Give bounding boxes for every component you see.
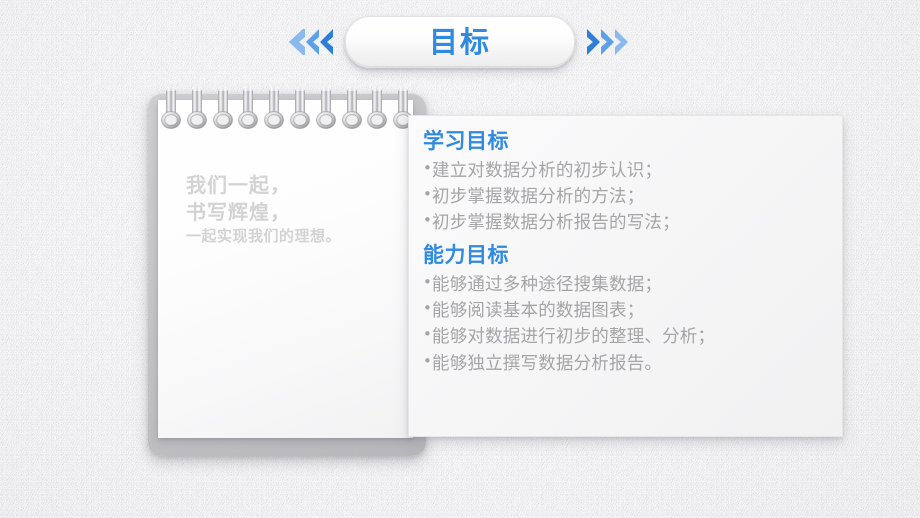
- notepad-watermark-text: 我们一起， 书写辉煌， 一起实现我们的理想。: [186, 172, 396, 246]
- watermark-line-3: 一起实现我们的理想。: [186, 226, 342, 245]
- slide-canvas: 目标 我们一起， 书写辉煌， 一起实现我们的理想。 学习目标 • 建立对数据分析…: [0, 0, 920, 518]
- notepad: 我们一起， 书写辉煌， 一起实现我们的理想。: [148, 87, 426, 456]
- watermark-line-1: 我们一起，: [186, 173, 291, 197]
- spiral-binding-ring-icon: [212, 85, 234, 131]
- notepad-spiral-binding: [158, 85, 416, 133]
- ability-objectives-list: 能够通过多种途径搜集数据； 能够阅读基本的数据图表； 能够对数据进行初步的整理、…: [423, 271, 830, 377]
- spiral-binding-ring-icon: [237, 85, 259, 131]
- section-heading-learning: 学习目标: [423, 129, 509, 153]
- list-item: 初步掌握数据分析报告的写法；: [423, 209, 830, 236]
- list-item: 能够独立撰写数据分析报告。: [423, 349, 830, 377]
- list-item: 能够对数据进行初步的整理、分析；: [423, 323, 830, 350]
- list-item: 建立对数据分析的初步认识；: [423, 156, 830, 184]
- spiral-binding-ring-icon: [341, 85, 363, 131]
- double-chevron-right-icon[interactable]: [587, 22, 631, 62]
- list-item: 能够阅读基本的数据图表；: [423, 297, 830, 324]
- notepad-page: 我们一起， 书写辉煌， 一起实现我们的理想。: [158, 100, 413, 438]
- list-item: 能够通过多种途径搜集数据；: [423, 271, 830, 298]
- section-ability-objectives: 能力目标 能够通过多种途径搜集数据； 能够阅读基本的数据图表； 能够对数据进行初…: [423, 240, 830, 377]
- page-title: 目标: [428, 24, 491, 59]
- spiral-binding-ring-icon: [160, 85, 182, 131]
- title-pill[interactable]: 目标: [345, 16, 575, 68]
- section-heading-ability: 能力目标: [423, 243, 509, 268]
- list-item: 初步掌握数据分析的方法；: [423, 183, 830, 210]
- objectives-panel: 学习目标 建立对数据分析的初步认识； 初步掌握数据分析的方法； 初步掌握数据分析…: [408, 115, 843, 437]
- spiral-binding-ring-icon: [186, 85, 208, 131]
- double-chevron-left-icon[interactable]: [289, 22, 333, 62]
- watermark-line-2: 书写辉煌，: [186, 199, 291, 224]
- spiral-binding-ring-icon: [263, 85, 285, 131]
- spiral-binding-ring-icon: [366, 85, 388, 131]
- slide-header: 目标: [0, 0, 920, 84]
- learning-objectives-list: 建立对数据分析的初步认识； 初步掌握数据分析的方法； 初步掌握数据分析报告的写法…: [423, 156, 830, 237]
- section-learning-objectives: 学习目标 建立对数据分析的初步认识； 初步掌握数据分析的方法； 初步掌握数据分析…: [423, 126, 830, 236]
- spiral-binding-ring-icon: [289, 85, 311, 131]
- spiral-binding-ring-icon: [315, 85, 337, 131]
